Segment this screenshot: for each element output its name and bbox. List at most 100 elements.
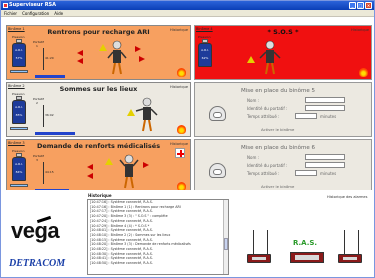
historique-link[interactable]: Historique bbox=[170, 85, 188, 89]
portatif-number: 1 bbox=[36, 44, 38, 48]
arrow-left-icon bbox=[87, 164, 93, 170]
history-scrollbar[interactable] bbox=[223, 200, 228, 274]
helmet-visor bbox=[213, 112, 222, 118]
medical-cross-icon bbox=[175, 148, 185, 158]
app-icon bbox=[3, 3, 8, 8]
portatif-label: Portatif bbox=[33, 40, 44, 44]
progress-bar bbox=[35, 132, 75, 135]
tank-percent: 85% bbox=[15, 113, 23, 117]
air-tank-icon: A.R.I. 62% bbox=[198, 43, 212, 67]
arrow-left-icon bbox=[77, 58, 83, 64]
menu-aide[interactable]: Aide bbox=[54, 10, 63, 16]
air-tank-icon: A.R.I. 84% bbox=[12, 157, 26, 181]
historique-link[interactable]: Historique bbox=[351, 28, 369, 32]
helmet-visor bbox=[213, 169, 222, 175]
warning-icon bbox=[127, 109, 135, 116]
minutes-label: minutes bbox=[320, 171, 337, 176]
menu-bar: Fichier Configuration Aide bbox=[1, 10, 374, 17]
helmet-icon bbox=[209, 163, 226, 178]
portatif-label: Portatif bbox=[33, 97, 44, 101]
antenna-icon bbox=[253, 230, 254, 254]
firefighter-icon bbox=[259, 40, 281, 75]
historique-link[interactable]: Historique bbox=[170, 28, 188, 32]
history-entry: [10:48:50] : Système connecté, R.A.S. bbox=[90, 261, 153, 266]
fire-icon bbox=[359, 68, 368, 77]
menu-configuration[interactable]: Configuration bbox=[22, 10, 49, 16]
arrow-left-icon bbox=[87, 173, 93, 179]
temps-label: Temps attribué : bbox=[247, 171, 280, 176]
form-title: Mise en place du binôme 6 bbox=[241, 145, 316, 151]
arrow-right-icon bbox=[139, 56, 145, 62]
elapsed-time: 44:15 bbox=[45, 170, 54, 174]
tank-percent: 57% bbox=[15, 56, 23, 60]
portatif-label: Portatif bbox=[33, 154, 44, 158]
fire-icon bbox=[177, 68, 186, 77]
warning-icon bbox=[99, 44, 107, 51]
tank-label: A.R.I. bbox=[15, 105, 23, 109]
tank-label: A.R.I. bbox=[201, 48, 209, 52]
activate-binome-button[interactable]: Activer le binôme bbox=[261, 184, 294, 189]
historique-link[interactable]: Historique bbox=[170, 142, 188, 146]
elapsed-time: 36:02 bbox=[45, 113, 54, 117]
antenna-icon bbox=[358, 230, 359, 254]
antenna-icon bbox=[43, 105, 44, 127]
device-screen bbox=[252, 257, 266, 260]
close-button[interactable]: × bbox=[365, 2, 372, 9]
arrow-right-icon bbox=[143, 162, 149, 168]
binome-1-panel: Binôme 1 Rentrons pour recharge ARI Hist… bbox=[6, 25, 191, 80]
binome-5-setup-panel: Mise en place du binôme 5 Nom : Identité… bbox=[194, 82, 372, 137]
portatif-id-input[interactable] bbox=[305, 105, 345, 111]
ras-status: R.A.S. bbox=[293, 239, 318, 247]
temps-input[interactable] bbox=[295, 170, 317, 176]
tank-percent: 84% bbox=[15, 170, 23, 174]
history-lines: [10:47:16] : Système connecté, R.A.S. [10… bbox=[88, 200, 228, 266]
form-title: Mise en place du binôme 5 bbox=[241, 88, 316, 94]
nom-label: Nom : bbox=[247, 98, 259, 103]
tank-label: A.R.I. bbox=[15, 162, 23, 166]
pressure-gauge bbox=[10, 70, 28, 73]
arrow-left-icon bbox=[77, 50, 83, 56]
panel-status-title: Demande de renforts médicalisés bbox=[36, 142, 161, 150]
radio-device-left[interactable] bbox=[247, 254, 271, 263]
firefighter-icon bbox=[119, 154, 139, 189]
title-bar: Superviseur RSA _ □ × bbox=[1, 1, 374, 10]
minutes-label: minutes bbox=[320, 114, 337, 119]
window-controls: _ □ × bbox=[349, 2, 372, 9]
minimize-button[interactable]: _ bbox=[349, 2, 356, 9]
portatif-number: 3 bbox=[36, 158, 38, 162]
panel-status-title: Rentrons pour recharge ARI bbox=[47, 28, 150, 36]
firefighter-icon bbox=[135, 97, 158, 132]
fire-icon bbox=[177, 125, 186, 134]
portatif-number: 2 bbox=[36, 101, 38, 105]
arrow-right-icon bbox=[135, 46, 141, 52]
radio-device-right[interactable] bbox=[338, 254, 362, 263]
tank-label: A.R.I. bbox=[15, 48, 23, 52]
radio-device-center[interactable] bbox=[290, 252, 324, 263]
progress-bar bbox=[35, 75, 65, 78]
antenna-icon bbox=[267, 230, 268, 254]
history-log[interactable]: [10:47:16] : Système connecté, R.A.S. [10… bbox=[87, 199, 229, 275]
antenna-icon bbox=[43, 162, 44, 184]
activate-binome-button[interactable]: Activer le binôme bbox=[261, 127, 294, 132]
binome-4-alert-panel: Binôme 4 * S.O.S * Historique Pression A… bbox=[194, 25, 372, 80]
firefighter-icon bbox=[107, 40, 127, 75]
nom-label: Nom : bbox=[247, 155, 259, 160]
nom-input[interactable] bbox=[305, 97, 345, 103]
pressure-gauge bbox=[10, 127, 28, 130]
antenna-icon bbox=[344, 230, 345, 254]
app-window: Superviseur RSA _ □ × Fichier Configurat… bbox=[0, 0, 375, 278]
nom-input[interactable] bbox=[305, 154, 345, 160]
scrollbar-thumb[interactable] bbox=[224, 238, 228, 250]
maximize-button[interactable]: □ bbox=[357, 2, 364, 9]
temps-input[interactable] bbox=[295, 113, 317, 119]
temps-label: Temps attribué : bbox=[247, 114, 280, 119]
binome-2-panel: Binôme 2 Sommes sur les lieux Historique… bbox=[6, 82, 191, 137]
warning-icon bbox=[105, 158, 113, 165]
menu-fichier[interactable]: Fichier bbox=[4, 10, 17, 16]
helmet-icon bbox=[209, 106, 226, 121]
antenna-icon bbox=[43, 48, 44, 70]
portatif-id-input[interactable] bbox=[305, 162, 345, 168]
vega-logo: vega bbox=[11, 218, 60, 243]
binome-6-setup-panel: Mise en place du binôme 6 Nom : Identité… bbox=[194, 139, 372, 194]
detracom-logo: DETRACOM bbox=[9, 258, 66, 269]
